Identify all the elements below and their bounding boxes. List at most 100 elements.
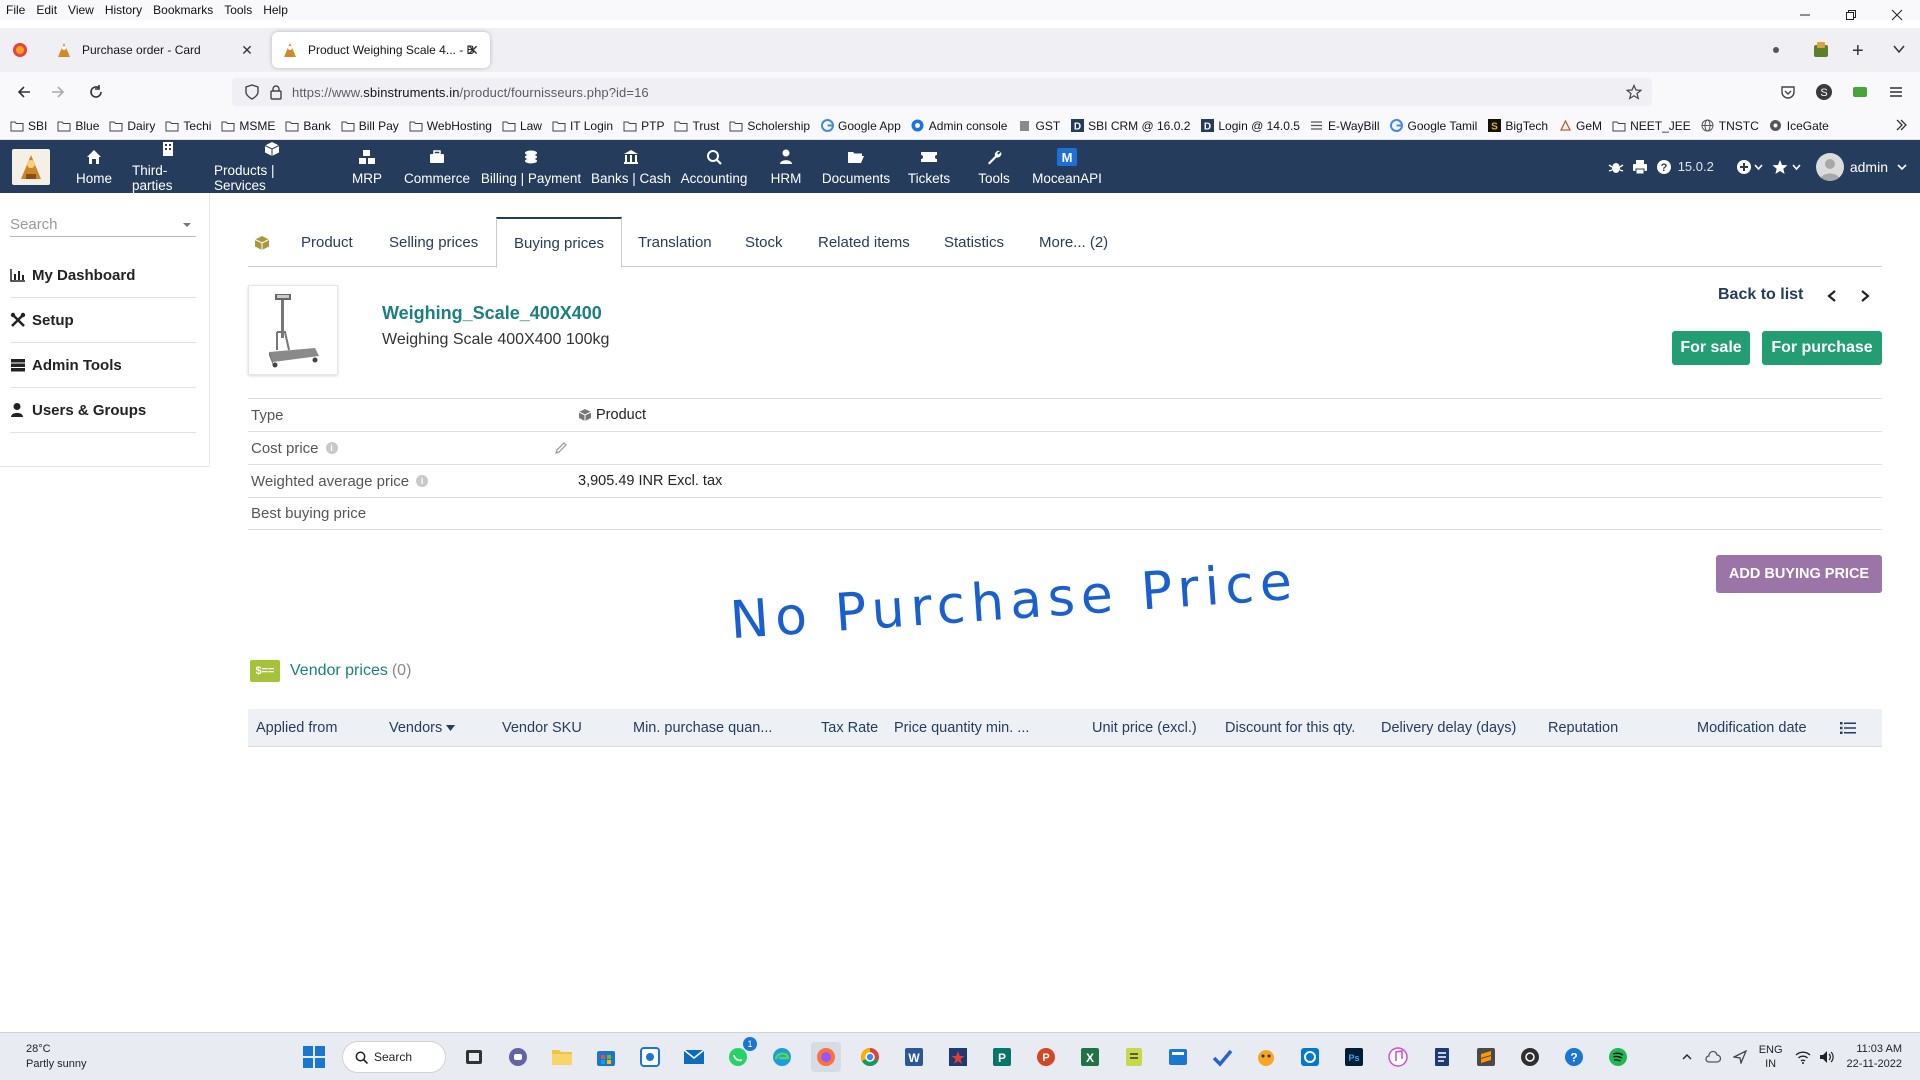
file-explorer-icon[interactable] bbox=[547, 1042, 577, 1072]
mail-icon[interactable] bbox=[679, 1042, 709, 1072]
task-view-icon[interactable] bbox=[459, 1042, 489, 1072]
bookmark-law[interactable]: Law bbox=[502, 119, 542, 133]
for-purchase-badge[interactable]: For purchase bbox=[1762, 331, 1882, 365]
column-unit-price[interactable]: Unit price (excl.) bbox=[1092, 720, 1197, 736]
tab-statistics[interactable]: Statistics bbox=[927, 217, 1021, 267]
bookmark-gem[interactable]: GeM bbox=[1558, 119, 1602, 133]
wifi-icon[interactable] bbox=[1795, 1050, 1811, 1064]
for-sale-badge[interactable]: For sale bbox=[1672, 331, 1750, 365]
bookmark-bank[interactable]: Bank bbox=[285, 119, 331, 133]
tracking-shield-icon[interactable] bbox=[244, 84, 260, 100]
help-app-icon[interactable]: ? bbox=[1559, 1042, 1589, 1072]
close-tab-icon[interactable]: ✕ bbox=[464, 41, 482, 59]
account-s-icon[interactable]: S bbox=[1810, 78, 1838, 106]
bookmark-admin-console[interactable]: Admin console bbox=[911, 119, 1007, 133]
next-record-icon[interactable] bbox=[1857, 288, 1873, 304]
photoshop-icon[interactable]: Ps bbox=[1339, 1042, 1369, 1072]
bookmark-msme[interactable]: MSME bbox=[221, 119, 275, 133]
menu-help[interactable]: Help bbox=[263, 3, 288, 17]
chrome-icon[interactable] bbox=[855, 1042, 885, 1072]
topmenu-home[interactable]: Home bbox=[74, 140, 114, 193]
quick-add-icon[interactable] bbox=[1736, 159, 1764, 175]
topmenu-third-parties[interactable]: Third-parties bbox=[132, 140, 204, 193]
bookmark-gst[interactable]: GST bbox=[1017, 119, 1060, 133]
language-indicator[interactable]: ENG IN bbox=[1759, 1043, 1783, 1071]
word-icon[interactable]: W bbox=[899, 1042, 929, 1072]
bookmark-google-tamil[interactable]: Google Tamil bbox=[1390, 119, 1477, 133]
lock-icon[interactable] bbox=[268, 84, 284, 100]
whatsapp-icon[interactable]: 1 bbox=[723, 1037, 757, 1072]
tray-chevron-up-icon[interactable] bbox=[1681, 1051, 1693, 1063]
bookmark-bigtech[interactable]: S BigTech bbox=[1487, 119, 1548, 133]
tray-location-icon[interactable] bbox=[1732, 1050, 1747, 1064]
bookmark-it-login[interactable]: IT Login bbox=[552, 119, 613, 133]
sticky-app-icon[interactable] bbox=[1163, 1042, 1193, 1072]
column-selector-icon[interactable] bbox=[1840, 721, 1856, 735]
menu-edit[interactable]: Edit bbox=[36, 3, 57, 17]
bookmark-google-app[interactable]: Google App bbox=[820, 119, 901, 133]
bookmark-scholership[interactable]: Scholership bbox=[729, 119, 810, 133]
sidebar-item-admin-tools[interactable]: Admin Tools bbox=[10, 343, 196, 388]
close-tab-icon[interactable]: ✕ bbox=[238, 41, 256, 59]
extension-green-icon[interactable] bbox=[1846, 78, 1874, 106]
new-tab-icon[interactable]: + bbox=[1852, 40, 1864, 63]
obs-icon[interactable] bbox=[1515, 1042, 1545, 1072]
topmenu-commerce[interactable]: Commerce bbox=[402, 140, 472, 193]
menu-history[interactable]: History bbox=[105, 3, 142, 17]
menu-tools[interactable]: Tools bbox=[224, 3, 252, 17]
bookmark-dairy[interactable]: Dairy bbox=[109, 119, 155, 133]
bookmark-techi[interactable]: Techi bbox=[165, 119, 211, 133]
tab-related-items[interactable]: Related items bbox=[801, 217, 927, 267]
extension-puzzle-icon[interactable] bbox=[1812, 40, 1832, 60]
topmenu-accounting[interactable]: Accounting bbox=[680, 140, 748, 193]
menu-file[interactable]: File bbox=[6, 3, 25, 17]
topmenu-banks-cash[interactable]: Banks | Cash bbox=[588, 140, 674, 193]
powerpoint-icon[interactable]: P bbox=[1031, 1042, 1061, 1072]
help-icon[interactable]: ? bbox=[1656, 159, 1672, 175]
menu-view[interactable]: View bbox=[68, 3, 94, 17]
column-vendors[interactable]: Vendors bbox=[389, 720, 456, 736]
sidebar-item-users-groups[interactable]: Users & Groups bbox=[10, 388, 196, 433]
minimize-button[interactable] bbox=[1782, 0, 1828, 30]
bookmark-bill-pay[interactable]: Bill Pay bbox=[341, 119, 399, 133]
topmenu-billing-payment[interactable]: Billing | Payment bbox=[478, 140, 584, 193]
menu-bookmarks[interactable]: Bookmarks bbox=[153, 3, 213, 17]
bookmark-webhosting[interactable]: WebHosting bbox=[409, 119, 492, 133]
company-logo[interactable] bbox=[12, 149, 50, 185]
avatar[interactable] bbox=[1815, 152, 1844, 181]
bookmark-blue[interactable]: Blue bbox=[57, 119, 99, 133]
edge-icon[interactable] bbox=[767, 1042, 797, 1072]
clock[interactable]: 11:03 AM 22-11-2022 bbox=[1847, 1042, 1902, 1072]
add-buying-price-button[interactable]: ADD BUYING PRICE bbox=[1716, 555, 1882, 593]
tab-buying-prices[interactable]: Buying prices bbox=[496, 217, 623, 268]
topmenu-moceanapi[interactable]: M MoceanAPI bbox=[1030, 140, 1104, 193]
sublime-icon[interactable] bbox=[1471, 1042, 1501, 1072]
bookmark-sbi[interactable]: SBI bbox=[10, 119, 47, 133]
column-vendor-sku[interactable]: Vendor SKU bbox=[502, 720, 582, 736]
topmenu-products-services[interactable]: Products | Services bbox=[214, 140, 330, 193]
windows-start-icon[interactable] bbox=[299, 1042, 329, 1072]
product-photo[interactable] bbox=[248, 285, 338, 375]
bookmark-ptp[interactable]: PTP bbox=[623, 119, 664, 133]
bookmark-login[interactable]: D Login @ 14.0.5 bbox=[1200, 119, 1300, 133]
restore-button[interactable] bbox=[1828, 0, 1874, 30]
app-network-icon[interactable] bbox=[635, 1042, 665, 1072]
chevron-down-icon[interactable] bbox=[1896, 161, 1908, 173]
tab-product[interactable]: Product bbox=[284, 217, 370, 267]
teams-chat-icon[interactable] bbox=[503, 1042, 533, 1072]
extension-icon[interactable] bbox=[1768, 42, 1784, 58]
column-price-qty-min[interactable]: Price quantity min. ... bbox=[894, 720, 1029, 736]
search-input[interactable] bbox=[10, 216, 170, 233]
todo-icon[interactable] bbox=[1207, 1042, 1237, 1072]
firefox-view-icon[interactable] bbox=[12, 42, 28, 58]
firefox-icon[interactable] bbox=[811, 1042, 841, 1072]
app-circle-icon[interactable] bbox=[1295, 1042, 1325, 1072]
bookmark-trust[interactable]: Trust bbox=[674, 119, 719, 133]
sidebar-item-setup[interactable]: Setup bbox=[10, 298, 196, 343]
column-reputation[interactable]: Reputation bbox=[1548, 720, 1618, 736]
bookmark-e-waybill[interactable]: E-WayBill bbox=[1310, 119, 1380, 133]
previous-record-icon[interactable] bbox=[1824, 288, 1840, 304]
bookmarks-star-icon[interactable] bbox=[1772, 159, 1802, 175]
topmenu-tickets[interactable]: Tickets bbox=[904, 140, 954, 193]
bookmark-sbi-crm[interactable]: D SBI CRM @ 16.0.2 bbox=[1070, 119, 1190, 133]
